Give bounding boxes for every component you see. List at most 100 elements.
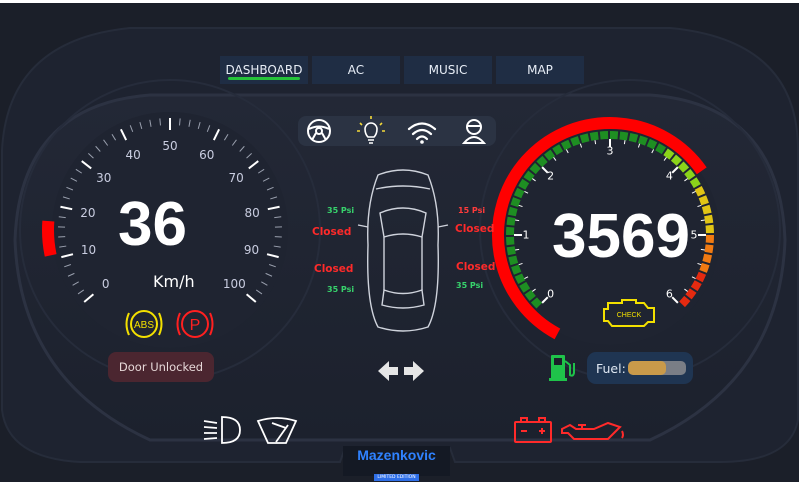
fuel-label: Fuel: [596,361,626,376]
check-engine-label: CHECK [617,312,642,319]
rear-right-door-status: Closed [456,261,495,273]
rpm-scale-segment [673,158,679,163]
rpm-tick-label: 4 [666,169,673,182]
rpm-scale-segment [698,188,701,195]
rpm-scale-segment [510,217,511,225]
rpm-value: 3569 [552,206,690,268]
fuel-level-track [628,361,686,375]
check-engine-icon: CHECK [600,295,660,331]
speed-progress-arc [48,221,51,255]
front-left-tire-pressure: 35 Psi [327,206,354,215]
tab-map[interactable]: MAP [496,56,584,84]
rpm-tick-label: 0 [547,288,554,301]
steering-wheel-icon[interactable] [308,120,330,142]
rpm-tick-mark [595,140,596,144]
rpm-tick-label: 6 [666,288,673,301]
wifi-icon[interactable] [409,124,435,144]
fuel-pump-icon [548,351,578,383]
speed-tick-label: 80 [245,206,260,220]
front-left-door-status: Closed [312,226,351,238]
rpm-scale-segment [687,172,692,178]
light-bulb-icon[interactable] [357,116,385,143]
driver-icon[interactable] [464,120,484,143]
rpm-scale-segment [547,153,553,158]
rpm-scale-segment [518,190,521,197]
fuel-gauge: Fuel: [587,352,693,384]
rpm-scale-segment [706,206,708,214]
rpm-scale-segment [512,208,514,216]
rpm-scale-segment [648,143,655,146]
speed-tick-label: 0 [102,277,110,291]
tab-ac[interactable]: AC [312,56,400,84]
rpm-scale-segment [699,273,702,280]
rpm-scale-segment [554,148,561,152]
battery-icon [515,418,551,442]
left-turn-arrow-icon [378,361,398,381]
rpm-scale-segment [572,140,579,143]
tab-dashboard[interactable]: DASHBOARD [220,56,308,84]
rpm-tick-mark [624,140,625,144]
rpm-scale-segment [522,181,526,188]
speed-tick-label: 90 [244,243,259,257]
rpm-tick-mark [515,249,519,250]
rpm-scale-segment [539,159,545,164]
rear-left-tire-pressure: 35 Psi [327,285,354,294]
tab-bar: DASHBOARD AC MUSIC MAP [220,56,584,84]
oil-can-icon [562,423,623,439]
rpm-tick-mark [515,220,519,221]
rpm-scale-segment [689,291,694,297]
rpm-scale-segment [702,197,705,204]
speed-unit: Km/h [153,272,195,291]
brand-edition: LIMITED EDITION [374,474,418,481]
rpm-scale-segment [694,282,698,289]
rpm-scale-segment [693,179,697,186]
rpm-scale-segment [581,137,589,139]
turn-signal-arrows [376,358,426,384]
rpm-tick-label: 5 [691,229,698,242]
rpm-scale-segment [511,247,512,255]
speed-tick-mark [160,118,161,125]
rpm-scale-segment [563,143,570,146]
brand-badge: Mazenkovic LIMITED EDITION [343,446,450,476]
rpm-tick-label: 1 [523,229,530,242]
rpm-scale-segment [534,300,539,306]
low-beam-icon [204,417,240,443]
rpm-scale-segment [639,139,646,142]
rpm-scale-segment [523,284,527,291]
tab-music[interactable]: MUSIC [404,56,492,84]
top-icon-bar [298,115,498,147]
rpm-scale-segment [514,199,517,206]
rpm-tick-label: 3 [607,145,614,158]
rpm-scale-segment [590,136,598,137]
rpm-scale-segment [708,245,709,253]
bottom-left-icons [200,413,300,447]
rpm-tick-mark [701,249,705,250]
brand-name: Mazenkovic [343,447,450,463]
rpm-scale-segment [706,255,708,263]
speed-tick-label: 40 [126,148,141,162]
speed-tick-mark [180,118,181,125]
right-turn-arrow-icon [404,361,424,381]
rpm-scale-segment [657,147,664,151]
rpm-scale-segment [666,152,672,157]
rpm-scale-segment [630,137,638,139]
speed-tick-label: 30 [96,171,111,185]
door-status-badge: Door Unlocked [108,352,214,382]
speed-tick-label: 20 [80,206,95,220]
rpm-scale-segment [620,135,628,136]
speed-tick-label: 10 [81,243,96,257]
rpm-scale-segment [512,256,514,264]
speed-value: 36 [118,194,187,256]
rpm-tick-mark [701,220,705,221]
wiper-icon [258,418,296,443]
bottom-right-icons [512,413,632,447]
rpm-scale-segment [682,298,687,304]
rear-left-door-status: Closed [314,263,353,275]
warning-icons-left: ABS P [124,304,224,344]
rpm-scale-segment [708,215,709,223]
speed-tick-label: 100 [223,277,246,291]
abs-warning-icon: ABS [127,311,162,337]
rpm-scale-segment [527,173,532,179]
front-right-door-status: Closed [455,223,494,235]
rpm-scale-segment [703,264,706,271]
